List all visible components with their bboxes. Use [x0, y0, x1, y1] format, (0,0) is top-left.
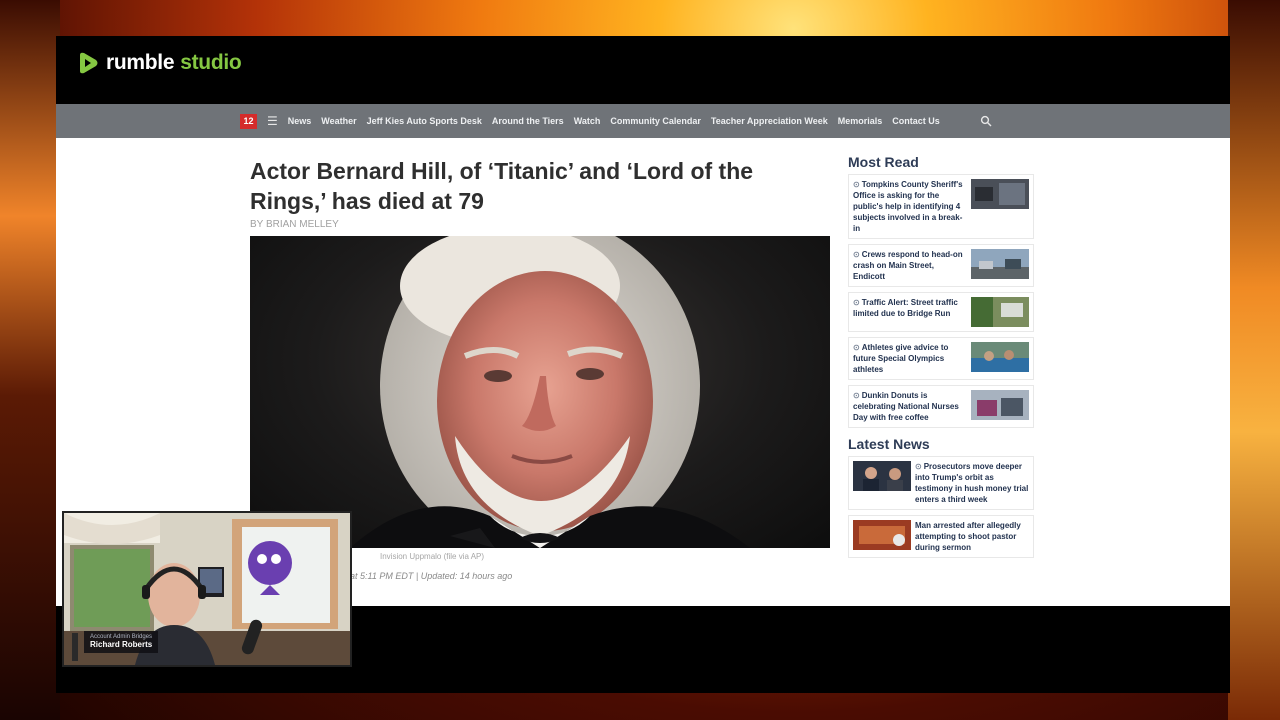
- background-left: [0, 0, 60, 720]
- story-thumbnail: [971, 249, 1029, 279]
- story-thumbnail: [853, 520, 911, 550]
- story-title: Tompkins County Sheriff's Office is aski…: [853, 180, 963, 233]
- story-title: Man arrested after allegedly attempting …: [915, 521, 1021, 552]
- brand-rumble-text: rumble: [106, 51, 175, 74]
- most-read-item[interactable]: ⊙ Athletes give advice to future Special …: [848, 337, 1034, 380]
- rumble-studio-logo: rumble studio: [76, 51, 242, 75]
- brand-studio-text: studio: [180, 51, 242, 74]
- nav-item-watch[interactable]: Watch: [574, 116, 601, 126]
- play-bullet-icon: ⊙: [915, 462, 922, 471]
- photo-caption: Invision Uppmalo (file via AP): [380, 552, 485, 561]
- nav-item-teacher-appreciation[interactable]: Teacher Appreciation Week: [711, 116, 828, 126]
- most-read-item[interactable]: ⊙ Tompkins County Sheriff's Office is ask…: [848, 174, 1034, 239]
- story-title: Prosecutors move deeper into Trump's orb…: [915, 462, 1029, 504]
- article-timestamp: at 5:11 PM EDT | Updated: 14 hours ago: [350, 571, 513, 581]
- play-bullet-icon: ⊙: [853, 391, 860, 400]
- search-icon[interactable]: [980, 115, 992, 127]
- story-title: Crews respond to head-on crash on Main S…: [853, 250, 963, 281]
- webcam-overlay: Account Admin Bridges Richard Roberts: [62, 511, 352, 667]
- latest-news-title: Latest News: [848, 436, 930, 452]
- presenter-name-tag: Account Admin Bridges Richard Roberts: [84, 631, 159, 653]
- rumble-play-icon: [80, 52, 98, 74]
- nav-item-around-the-tiers[interactable]: Around the Tiers: [492, 116, 564, 126]
- story-thumbnail: [853, 461, 911, 491]
- site-navbar: 12 ☰ News Weather Jeff Kies Auto Sports …: [56, 104, 1230, 138]
- article-photo: [250, 236, 830, 548]
- nav-item-news[interactable]: News: [288, 116, 312, 126]
- story-thumbnail: [971, 179, 1029, 209]
- story-thumbnail: [971, 390, 1029, 420]
- play-bullet-icon: ⊙: [853, 298, 860, 307]
- story-thumbnail: [971, 342, 1029, 372]
- most-read-item[interactable]: ⊙ Traffic Alert: Street traffic limited d…: [848, 292, 1034, 332]
- nav-item-contact-us[interactable]: Contact Us: [892, 116, 940, 126]
- play-bullet-icon: ⊙: [853, 180, 860, 189]
- story-title: Dunkin Donuts is celebrating National Nu…: [853, 391, 959, 422]
- sidebar: Most Read ⊙ Tompkins County Sheriff's Off…: [848, 154, 1038, 563]
- latest-news-item[interactable]: ⊙ Prosecutors move deeper into Trump's or…: [848, 456, 1034, 510]
- portrait-illustration: [350, 236, 750, 548]
- story-title: Athletes give advice to future Special O…: [853, 343, 949, 374]
- site-logo[interactable]: 12: [240, 113, 257, 129]
- article-byline: BY BRIAN MELLEY: [250, 219, 339, 230]
- story-thumbnail: [971, 297, 1029, 327]
- name-tag-name: Richard Roberts: [90, 640, 153, 649]
- most-read-item[interactable]: ⊙ Crews respond to head-on crash on Main …: [848, 244, 1034, 287]
- most-read-item[interactable]: ⊙ Dunkin Donuts is celebrating National N…: [848, 385, 1034, 428]
- background-right: [1228, 0, 1280, 720]
- nav-item-community-calendar[interactable]: Community Calendar: [610, 116, 701, 126]
- hamburger-menu-icon[interactable]: ☰: [267, 114, 278, 128]
- story-title: Traffic Alert: Street traffic limited du…: [853, 298, 958, 318]
- latest-news-item[interactable]: Man arrested after allegedly attempting …: [848, 515, 1034, 558]
- article-headline: Actor Bernard Hill, of ‘Titanic’ and ‘Lo…: [250, 158, 754, 214]
- nav-item-weather[interactable]: Weather: [321, 116, 356, 126]
- most-read-title: Most Read: [848, 154, 919, 170]
- nav-item-memorials[interactable]: Memorials: [838, 116, 883, 126]
- play-bullet-icon: ⊙: [853, 250, 860, 259]
- play-bullet-icon: ⊙: [853, 343, 860, 352]
- nav-item-sports-desk[interactable]: Jeff Kies Auto Sports Desk: [367, 116, 482, 126]
